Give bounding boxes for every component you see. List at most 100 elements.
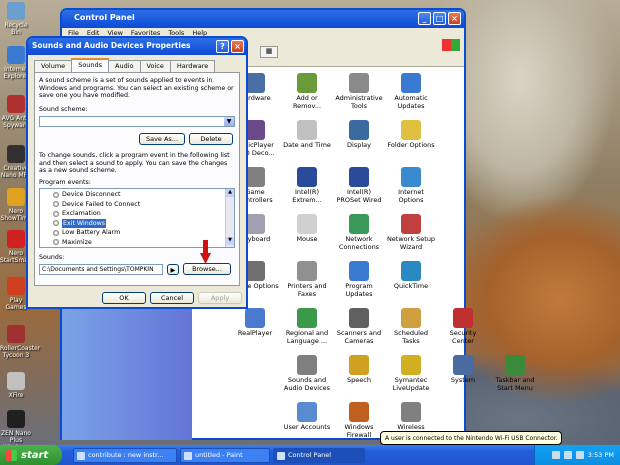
desktop-icon[interactable]: Recycle Bin [0,2,32,36]
tab-volume[interactable]: Volume [34,60,73,72]
play-icon: ▶ [170,266,176,274]
close-button[interactable]: × [448,12,461,25]
security-icon[interactable] [575,451,584,459]
control-panel-item[interactable]: Network Connections [334,214,384,251]
tab-voice[interactable]: Voice [139,60,171,72]
control-panel-item[interactable]: Scanners and Cameras [334,308,384,345]
minimize-button[interactable]: _ [418,12,431,25]
chevron-down-icon[interactable]: ▼ [226,237,234,245]
control-panel-item[interactable]: Speech [334,355,384,385]
scheme-dropdown[interactable]: ▼ [39,116,235,127]
taskbar-button[interactable]: untitled - Paint [180,447,270,463]
control-panel-item-label: Network Setup Wizard [386,235,436,251]
ok-button[interactable]: OK [102,292,146,304]
control-panel-item[interactable]: Display [334,120,384,150]
desktop-app-icon [7,325,25,343]
desktop-icon[interactable]: ZEN Nano Plus Windows Media Player [0,410,32,445]
applet-icon [349,73,369,93]
control-panel-item[interactable]: Intel(R) PROSet Wired [334,167,384,204]
control-panel-item[interactable]: System [438,355,488,385]
control-panel-item[interactable]: Regional and Language ... [282,308,332,345]
applet-icon [401,261,421,281]
sounds-label: Sounds: [39,254,65,261]
event-list-item[interactable]: Device Disconnect [50,190,234,200]
control-panel-item[interactable]: Scheduled Tasks [386,308,436,345]
apply-button[interactable]: Apply [198,292,242,304]
control-panel-item[interactable]: Add or Remov... [282,73,332,110]
applet-icon [349,214,369,234]
control-panel-item[interactable]: QuickTime [386,261,436,291]
volume-icon[interactable] [563,451,572,459]
browse-button[interactable]: Browse... [183,263,231,275]
dialog-close-button[interactable]: × [231,40,244,53]
desktop-icon-label: RollerCoaster Tycoon 3 [0,345,41,359]
control-panel-item[interactable]: User Accounts [282,402,332,432]
tab-audio[interactable]: Audio [108,60,141,72]
control-panel-item-label: Windows Firewall [344,423,374,439]
event-list-item[interactable]: Exclamation [50,209,234,219]
applet-icon [453,355,473,375]
control-panel-item[interactable]: Taskbar and Start Menu [490,355,540,392]
start-button[interactable]: start [0,445,62,465]
play-button[interactable]: ▶ [167,264,179,275]
tab-hardware[interactable]: Hardware [169,60,216,72]
event-label: Exit Windows [62,218,107,228]
desktop-icon[interactable]: RollerCoaster Tycoon 3 [0,325,40,359]
events-scrollbar[interactable]: ▲ ▼ [225,189,234,247]
desktop-icon-label: Recycle Bin [4,22,28,36]
maximize-button[interactable]: □ [433,12,446,25]
applet-icon [401,355,421,375]
applet-icon [505,355,525,375]
event-list-item[interactable]: Exit Windows [50,218,234,229]
desktop-icon-label: Internet Explorer [3,66,29,80]
windows-logo-icon [442,39,460,51]
control-panel-item-label: Internet Options [398,188,424,204]
control-panel-item[interactable]: Symantec LiveUpdate [386,355,436,392]
control-panel-item[interactable]: Date and Time [282,120,332,150]
scheme-label: Sound scheme: [39,106,88,113]
control-panel-item[interactable]: Automatic Updates [386,73,436,110]
applet-icon [245,214,265,234]
delete-button[interactable]: Delete [189,133,233,145]
notification-balloon[interactable]: A user is connected to the Nintendo Wi-F… [380,431,562,445]
control-panel-item[interactable]: Intel(R) Extrem... [282,167,332,204]
event-list-item[interactable]: Low Battery Alarm [50,228,234,238]
control-panel-item[interactable]: Internet Options [386,167,436,204]
event-label: Maximize [62,238,92,246]
control-panel-item[interactable]: Printers and Faxes [282,261,332,298]
taskbar-button[interactable]: Control Panel [273,447,365,463]
network-icon[interactable] [551,451,560,459]
scheme-description: A sound scheme is a set of sounds applie… [39,77,234,99]
taskbar-button[interactable]: contribute : new instr... [73,447,177,463]
speaker-icon [53,201,59,208]
control-panel-item[interactable]: Network Setup Wizard [386,214,436,251]
control-panel-item[interactable]: Program Updates [334,261,384,298]
program-events-list[interactable]: Device Disconnect Device Failed to Connec… [39,188,235,248]
tab-sounds[interactable]: Sounds [71,58,110,72]
program-events-label: Program events: [39,179,91,186]
help-button[interactable]: ? [216,40,229,53]
control-panel-item[interactable]: Administrative Tools [334,73,384,110]
chevron-down-icon[interactable]: ▼ [224,117,234,126]
control-panel-item[interactable]: Folder Options [386,120,436,150]
cancel-button[interactable]: Cancel [150,292,194,304]
views-button[interactable]: ▦ [260,46,278,58]
control-panel-item[interactable]: Windows Firewall [334,402,384,439]
control-panel-item[interactable]: Security Center [438,308,488,345]
applet-icon [297,120,317,140]
control-panel-item[interactable]: RealPlayer [230,308,280,338]
applet-icon [297,214,317,234]
save-as-button[interactable]: Save As... [139,133,185,145]
control-panel-item[interactable]: Mouse [282,214,332,244]
desktop-icon[interactable]: XFire [0,372,32,399]
control-panel-item-label: Sounds and Audio Devices [283,376,331,392]
taskbar: start contribute : new instr... untitled … [0,445,620,465]
chevron-up-icon[interactable]: ▲ [226,189,234,197]
event-list-item[interactable]: Device Failed to Connect [50,200,234,210]
sounds-dialog[interactable]: Sounds and Audio Devices Properties ? × … [26,36,248,309]
control-panel-item[interactable]: Sounds and Audio Devices [282,355,332,392]
dialog-titlebar[interactable]: Sounds and Audio Devices Properties ? × [28,38,246,55]
desktop-app-icon [7,145,25,163]
control-panel-titlebar[interactable]: Control Panel _ □ × [62,10,464,28]
sound-file-dropdown[interactable]: C:\Documents and Settings\TOMPKIN [39,264,163,275]
